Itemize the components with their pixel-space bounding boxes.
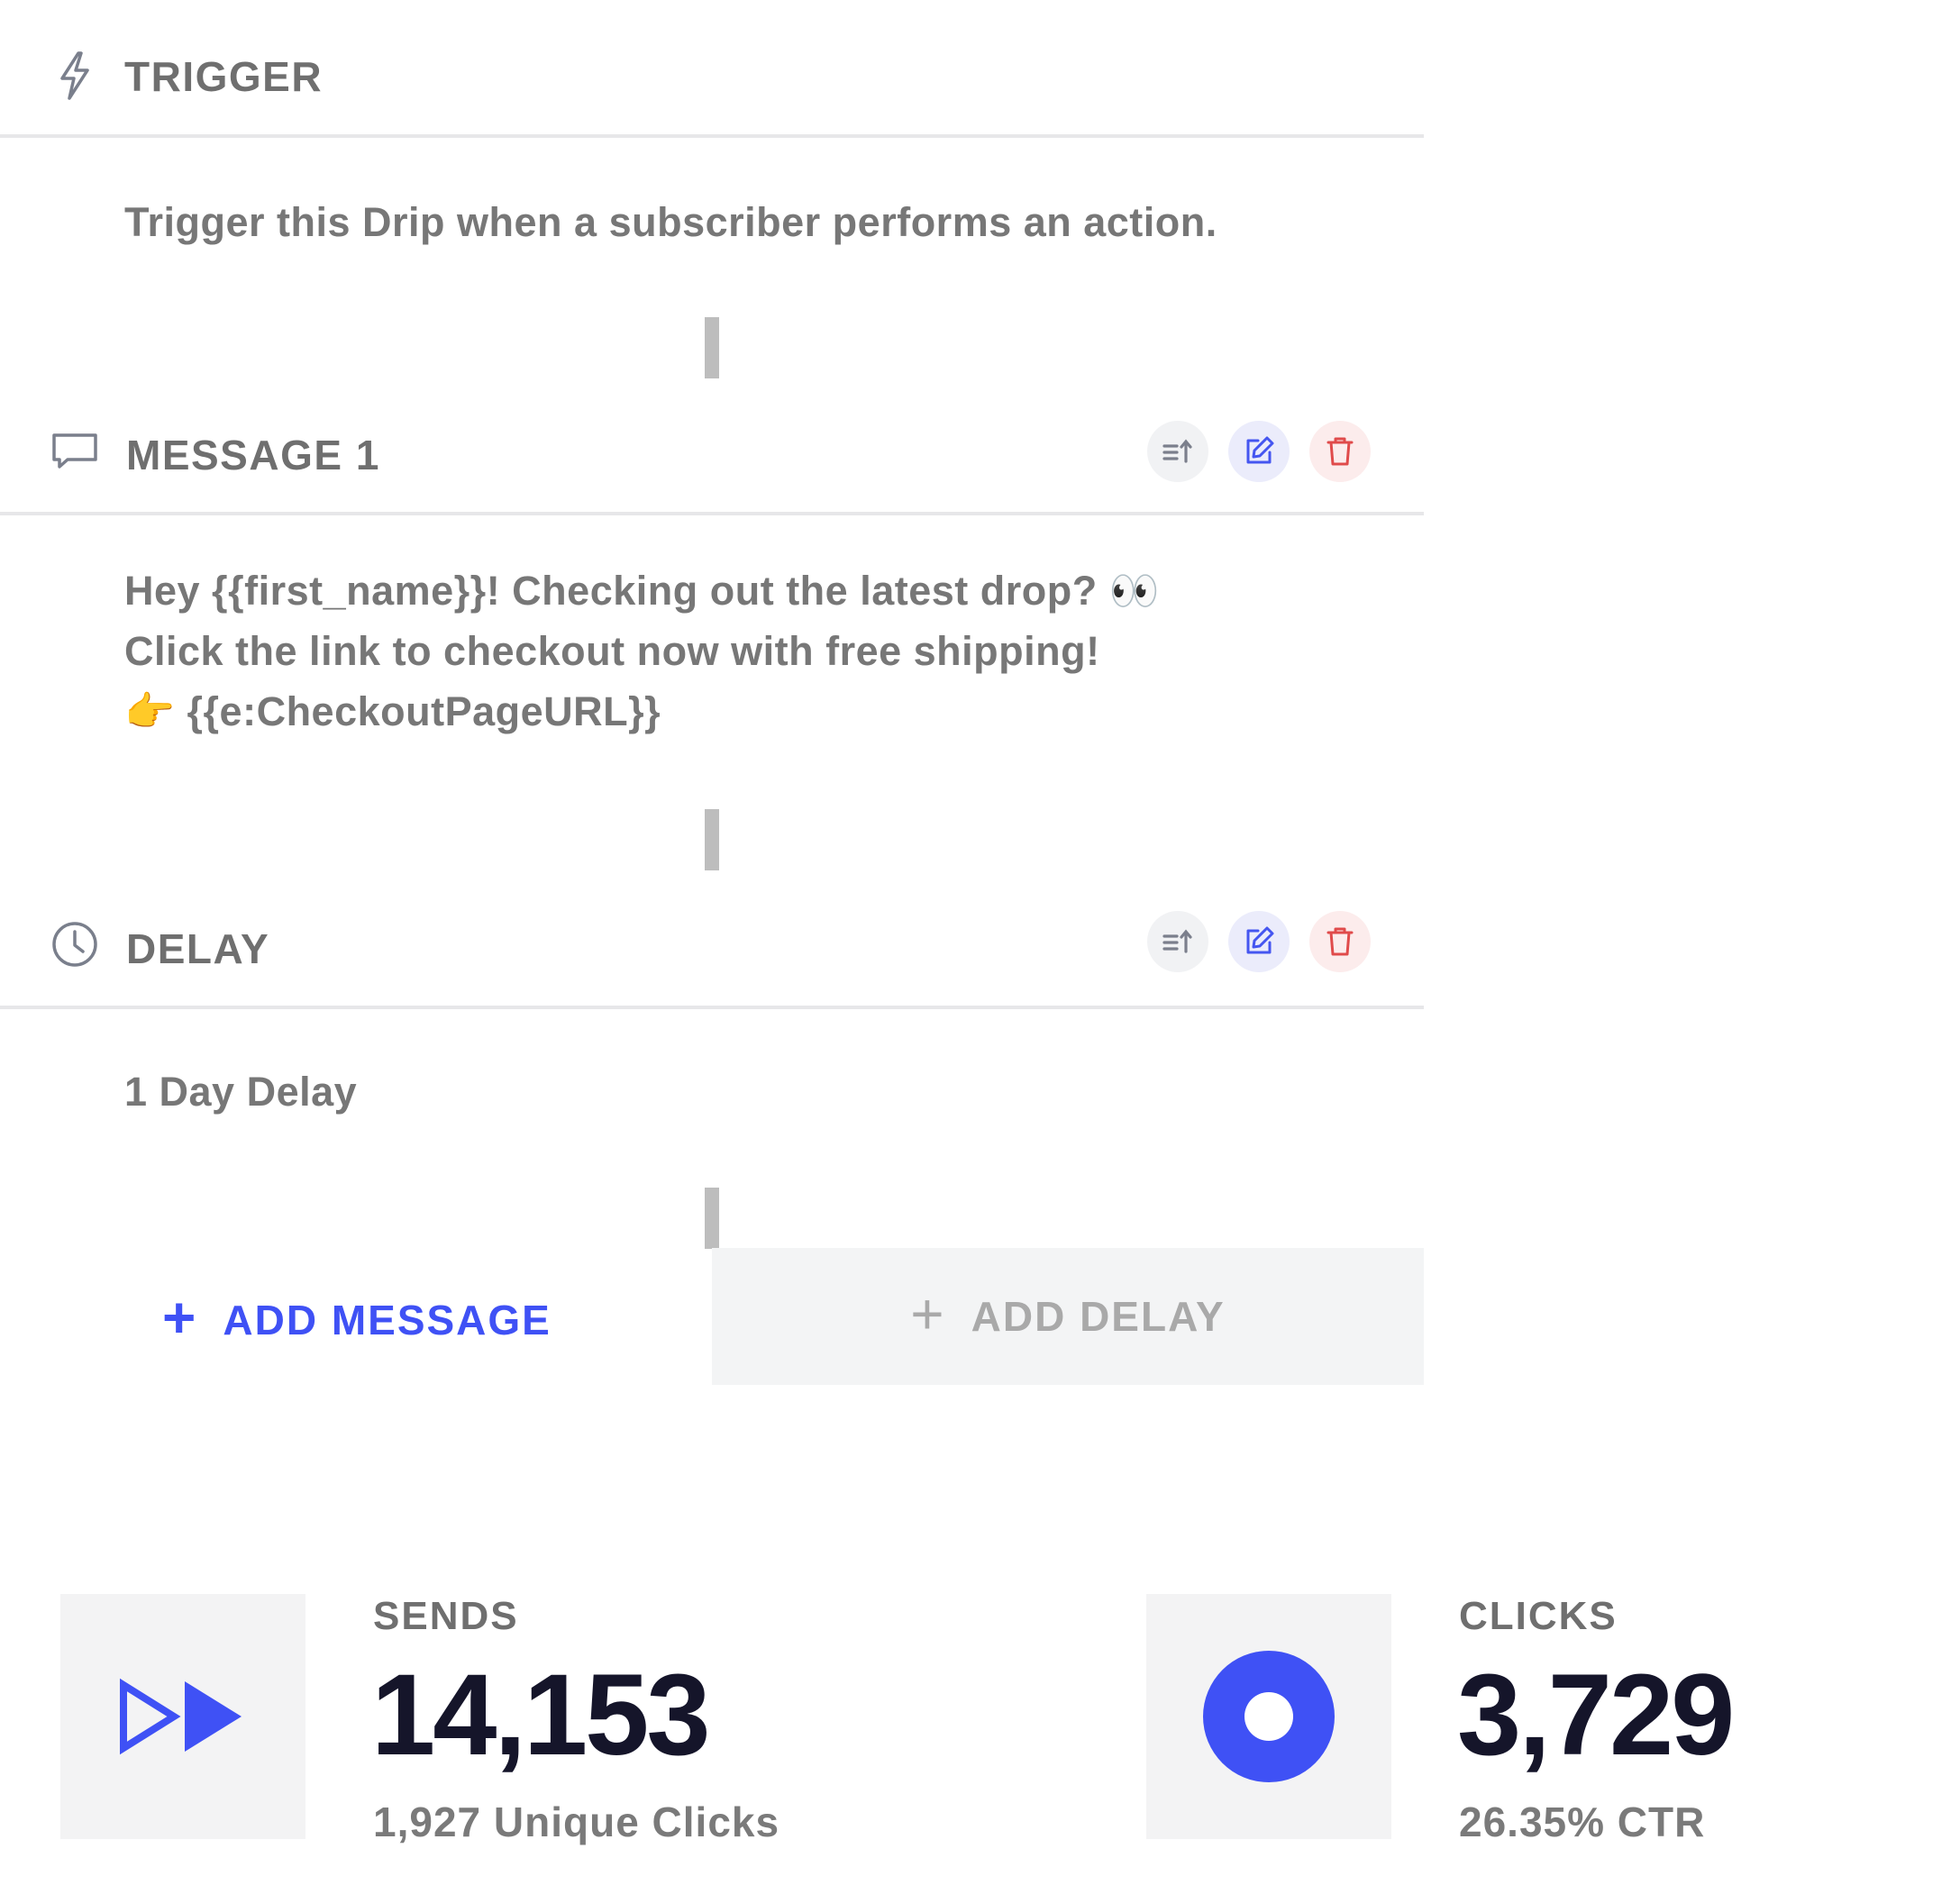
message-body: Hey {{first_name}}! Checking out the lat… — [124, 560, 1160, 742]
add-delay-button[interactable]: + ADD DELAY — [712, 1248, 1424, 1385]
add-message-button[interactable]: + ADD MESSAGE — [162, 1289, 552, 1352]
message-divider — [0, 512, 1424, 515]
reorder-button[interactable] — [1147, 421, 1208, 482]
target-circle-icon — [1203, 1651, 1335, 1782]
message-icon — [50, 431, 99, 472]
add-delay-label: ADD DELAY — [971, 1293, 1226, 1340]
clicks-value: 3,729 — [1457, 1651, 1735, 1780]
message-line: Hey {{first_name}}! Checking out the lat… — [124, 568, 1161, 614]
message-title: MESSAGE 1 — [126, 432, 380, 478]
sends-label: SENDS — [373, 1594, 519, 1638]
reorder-icon — [1162, 439, 1192, 463]
trigger-description: Trigger this Drip when a subscriber perf… — [124, 199, 1217, 245]
trash-icon — [1326, 437, 1354, 466]
edit-icon — [1246, 926, 1274, 954]
message-line: Click the link to checkout now with free… — [124, 628, 1100, 674]
plus-icon: + — [910, 1281, 944, 1346]
flow-connector — [705, 317, 719, 378]
edit-button[interactable] — [1228, 421, 1290, 482]
edit-icon — [1246, 436, 1274, 464]
sends-icon-box — [60, 1594, 305, 1839]
plus-icon: + — [162, 1285, 196, 1350]
edit-button[interactable] — [1228, 911, 1290, 972]
clock-icon — [50, 919, 100, 970]
clicks-sub: 26.35% CTR — [1459, 1798, 1706, 1845]
add-message-label: ADD MESSAGE — [223, 1297, 552, 1343]
sends-sub: 1,927 Unique Clicks — [373, 1798, 780, 1845]
reorder-button[interactable] — [1147, 911, 1208, 972]
message-line: 👉 {{e:CheckoutPageURL}} — [124, 688, 661, 734]
flow-connector — [705, 809, 719, 870]
delay-description: 1 Day Delay — [124, 1069, 358, 1115]
reorder-icon — [1162, 929, 1192, 953]
clicks-icon-box — [1146, 1594, 1391, 1839]
delete-button[interactable] — [1309, 421, 1371, 482]
fast-forward-icon — [120, 1678, 242, 1755]
delay-title: DELAY — [126, 925, 270, 972]
trigger-divider — [0, 134, 1424, 138]
lightning-icon — [52, 49, 97, 103]
trash-icon — [1326, 927, 1354, 956]
trigger-title: TRIGGER — [124, 53, 324, 100]
flow-connector — [705, 1188, 719, 1249]
delete-button[interactable] — [1309, 911, 1371, 972]
delay-divider — [0, 1006, 1424, 1009]
sends-value: 14,153 — [371, 1651, 710, 1780]
clicks-label: CLICKS — [1459, 1594, 1618, 1638]
